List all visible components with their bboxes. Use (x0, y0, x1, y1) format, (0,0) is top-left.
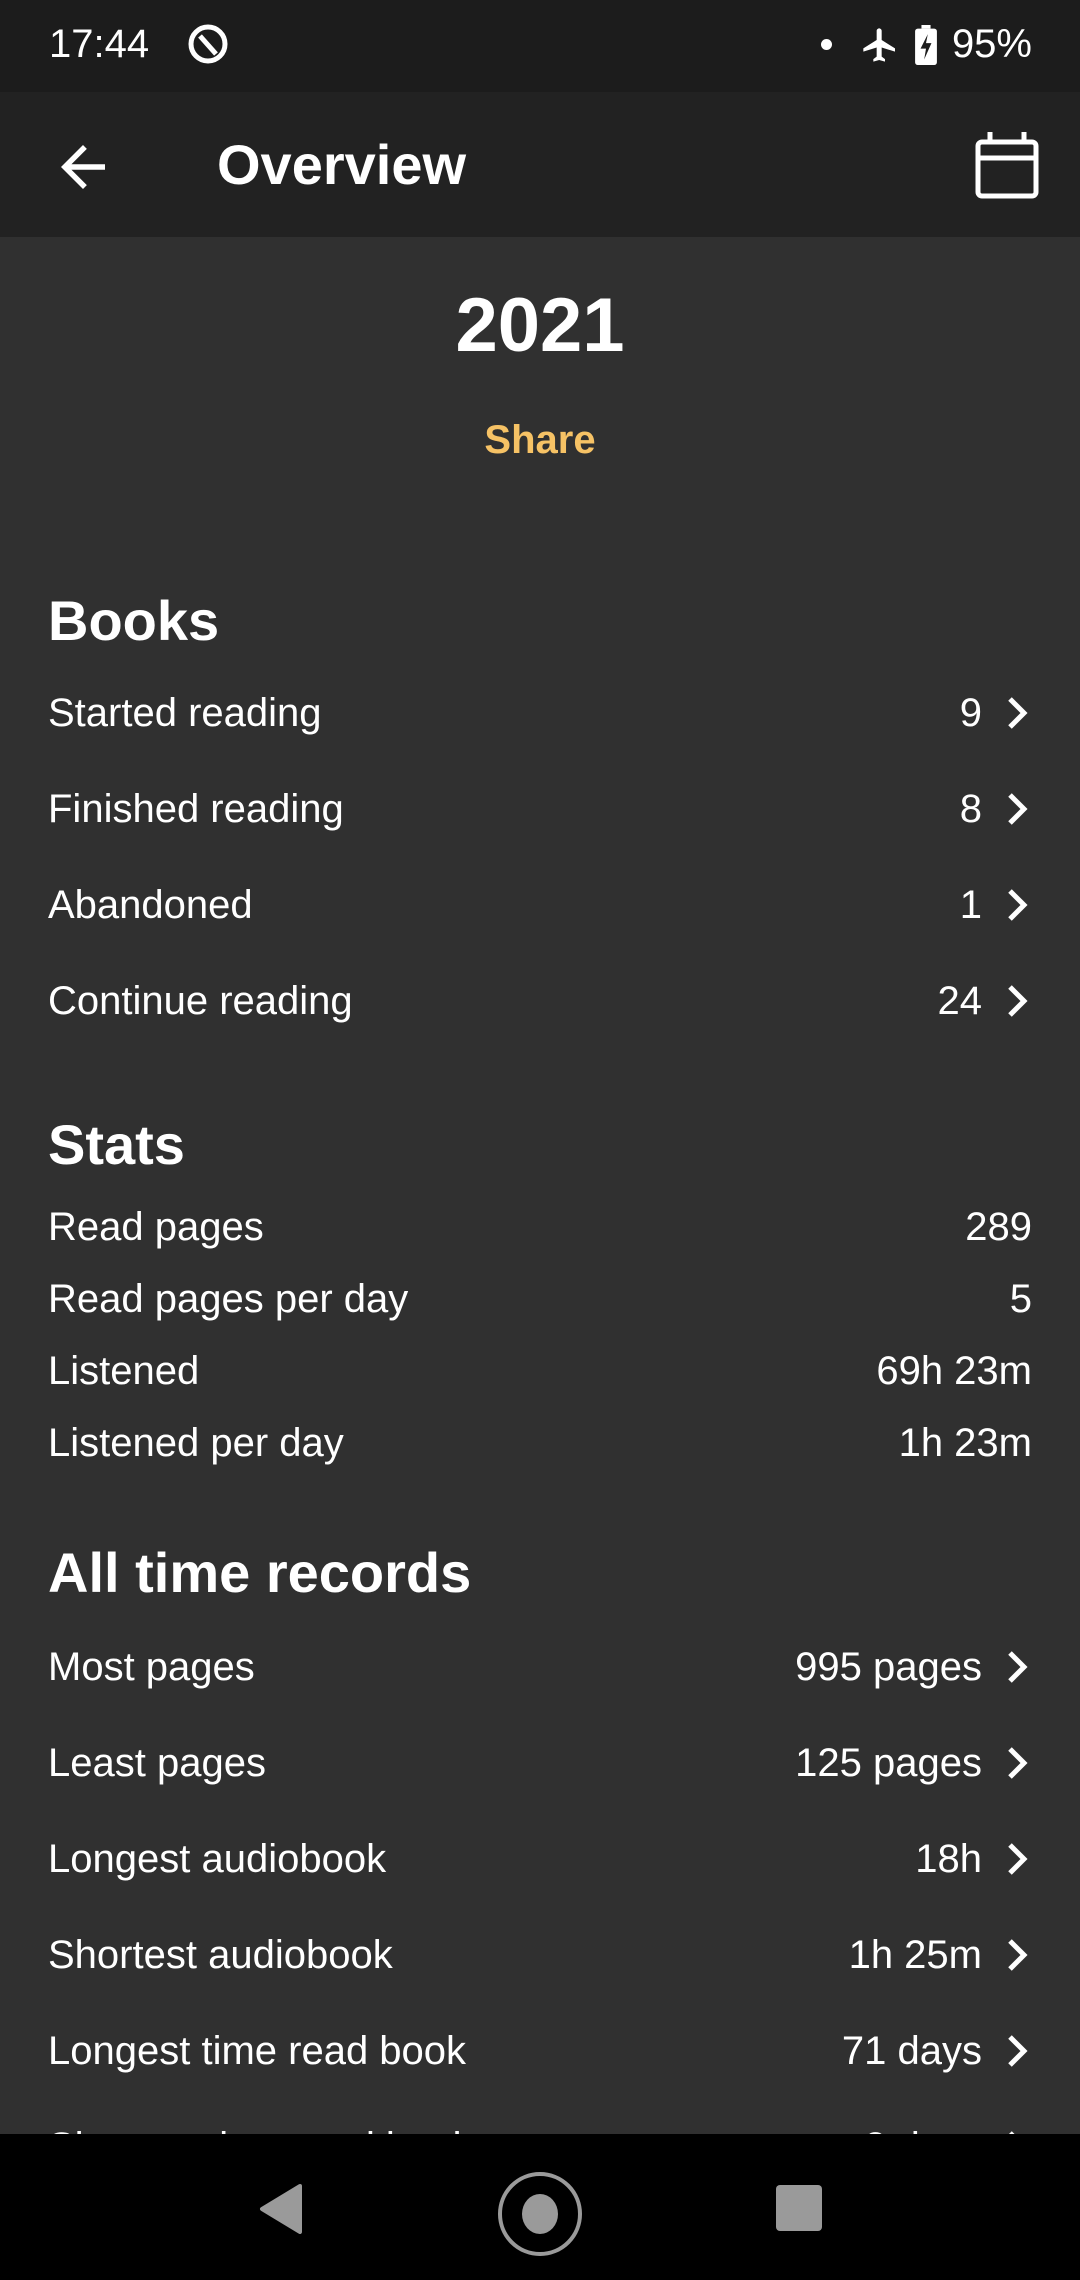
stats-row: Read pages per day 5 (48, 1269, 1032, 1329)
row-value: 5 (1009, 1276, 1032, 1321)
row-label: Finished reading (48, 786, 344, 831)
row-value: 18h (915, 1836, 982, 1881)
calendar-icon[interactable] (974, 130, 1040, 200)
chevron-right-icon (1008, 697, 1028, 729)
app-bar: Overview (0, 92, 1080, 237)
chevron-right-icon (1008, 985, 1028, 1017)
nav-recents-button[interactable] (776, 2185, 822, 2231)
chevron-right-icon (1008, 1651, 1028, 1683)
page-title: Overview (217, 133, 467, 196)
row-label: Read pages (48, 1204, 264, 1249)
year-title: 2021 (455, 283, 625, 368)
row-value: 1h 23m (898, 1420, 1032, 1465)
status-bar: 17:44 95% (0, 0, 1080, 92)
chevron-right-icon (1008, 793, 1028, 825)
app-notification-icon (188, 24, 228, 64)
navigation-bar (0, 2134, 1080, 2280)
dot-icon (820, 39, 832, 50)
row-value: 71 days (841, 2028, 982, 2073)
row-label: Read pages per day (48, 1276, 409, 1321)
records-row[interactable]: Most pages 995 pages (48, 1637, 1032, 1697)
records-row[interactable]: Shortest audiobook 1h 25m (48, 1925, 1032, 1985)
row-label: Most pages (48, 1644, 255, 1689)
share-button[interactable]: Share (0, 418, 1080, 463)
stats-row: Read pages 289 (48, 1197, 1032, 1257)
row-value: 1h 25m (848, 1932, 982, 1977)
section-stats-title: Stats (48, 1113, 185, 1176)
row-label: Abandoned (48, 882, 253, 927)
chevron-right-icon (1008, 889, 1028, 921)
stats-row: Listened per day 1h 23m (48, 1413, 1032, 1473)
row-label: Started reading (48, 690, 322, 735)
row-value: 289 (965, 1204, 1032, 1249)
records-row[interactable]: Least pages 125 pages (48, 1733, 1032, 1793)
section-records-title: All time records (48, 1541, 472, 1604)
battery-percent: 95% (951, 22, 1032, 66)
row-label: Least pages (48, 1740, 266, 1785)
nav-home-button[interactable] (498, 2172, 582, 2256)
books-row[interactable]: Started reading 9 (48, 683, 1032, 743)
row-value: 69h 23m (876, 1348, 1032, 1393)
row-label: Shortest audiobook (48, 1932, 393, 1977)
row-value: 125 pages (795, 1740, 982, 1785)
records-row[interactable]: Longest time read book 71 days (48, 2021, 1032, 2081)
row-label: Listened (48, 1348, 200, 1393)
row-label: Listened per day (48, 1420, 344, 1465)
books-row[interactable]: Abandoned 1 (48, 875, 1032, 935)
row-value: 8 (959, 786, 982, 831)
chevron-right-icon (1008, 1939, 1028, 1971)
battery-charging-icon (915, 24, 937, 65)
row-label: Continue reading (48, 978, 353, 1023)
row-value: 1 (959, 882, 982, 927)
stats-row: Listened 69h 23m (48, 1341, 1032, 1401)
arrow-back-icon[interactable] (50, 134, 116, 200)
chevron-right-icon (1008, 1843, 1028, 1875)
chevron-right-icon (1008, 1747, 1028, 1779)
nav-back-icon[interactable] (258, 2184, 304, 2234)
books-row[interactable]: Finished reading 8 (48, 779, 1032, 839)
row-label: Longest time read book (48, 2028, 467, 2073)
row-value: 9 (959, 690, 982, 735)
section-books-title: Books (48, 589, 220, 652)
status-time: 17:44 (49, 22, 150, 66)
row-label: Longest audiobook (48, 1836, 387, 1881)
row-value: 24 (937, 978, 983, 1023)
chevron-right-icon (1008, 2035, 1028, 2067)
row-value: 995 pages (795, 1644, 982, 1689)
books-row[interactable]: Continue reading 24 (48, 971, 1032, 1031)
airplane-mode-icon (863, 27, 895, 62)
records-row[interactable]: Longest audiobook 18h (48, 1829, 1032, 1889)
